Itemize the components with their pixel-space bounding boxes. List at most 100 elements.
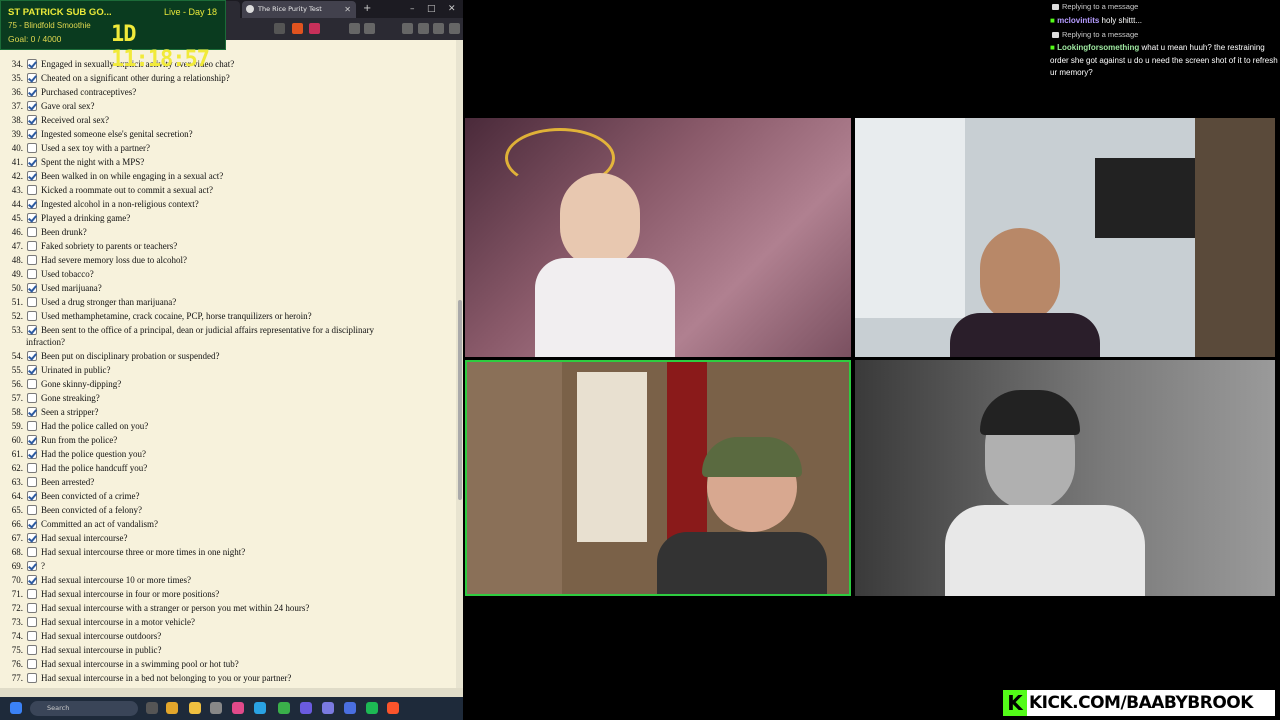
question-number: 77. [11, 673, 23, 683]
app-icon[interactable] [232, 702, 244, 714]
question-checkbox[interactable] [27, 505, 37, 515]
question-checkbox[interactable] [27, 365, 37, 375]
wallet-icon[interactable] [402, 23, 413, 34]
profile-icon[interactable] [433, 23, 444, 34]
question-checkbox[interactable] [27, 393, 37, 403]
question-checkbox[interactable] [27, 589, 37, 599]
app-icon[interactable] [254, 702, 266, 714]
taskbar-search[interactable]: Search [30, 701, 138, 716]
question-number: 60. [11, 435, 23, 445]
task-view-icon[interactable] [146, 702, 158, 714]
question-number: 36. [11, 87, 23, 97]
question-checkbox[interactable] [27, 297, 37, 307]
question-checkbox[interactable] [27, 407, 37, 417]
share-icon[interactable] [274, 23, 285, 34]
question-checkbox[interactable] [27, 255, 37, 265]
question-number: 49. [11, 269, 23, 279]
sidebar-icon[interactable] [349, 23, 360, 34]
start-icon[interactable] [10, 702, 22, 714]
question-text: Faked sobriety to parents or teachers? [41, 241, 178, 251]
question-checkbox[interactable] [27, 351, 37, 361]
app-icon[interactable] [344, 702, 356, 714]
question-checkbox[interactable] [27, 269, 37, 279]
question-text: Had severe memory loss due to alcohol? [41, 255, 187, 265]
question-checkbox[interactable] [27, 645, 37, 655]
question-checkbox[interactable] [27, 213, 37, 223]
maximize-button[interactable]: □ [427, 1, 436, 17]
question-number: 73. [11, 617, 23, 627]
question-number: 53. [11, 325, 23, 335]
question-checkbox[interactable] [27, 449, 37, 459]
browser-window: The Rice Purity Test ✕ + – □ ✕ 34. Engaged… [0, 0, 463, 697]
question-checkbox[interactable] [27, 73, 37, 83]
horizontal-scrollbar[interactable] [0, 688, 463, 697]
question-checkbox[interactable] [27, 379, 37, 389]
question-text: Had the police handcuff you? [41, 463, 148, 473]
question-checkbox[interactable] [27, 157, 37, 167]
vpn-icon[interactable] [418, 23, 429, 34]
question-checkbox[interactable] [27, 519, 37, 529]
file-explorer-icon[interactable] [166, 702, 178, 714]
scrollbar-thumb[interactable] [458, 300, 462, 500]
question-text: Kicked a roommate out to commit a sexual… [41, 185, 213, 195]
question-checkbox[interactable] [27, 129, 37, 139]
close-window-button[interactable]: ✕ [448, 1, 456, 17]
menu-icon[interactable] [449, 23, 460, 34]
question-checkbox[interactable] [27, 185, 37, 195]
question-checkbox[interactable] [27, 659, 37, 669]
question-checkbox[interactable] [27, 87, 37, 97]
question-checkbox[interactable] [27, 561, 37, 571]
question-text: Used tobacco? [41, 269, 94, 279]
spotify-icon[interactable] [366, 702, 378, 714]
chat-overlay: Replying to a message ■ mclovintits holy… [1050, 0, 1280, 90]
app-icon[interactable] [210, 702, 222, 714]
question-checkbox[interactable] [27, 101, 37, 111]
brave-icon[interactable] [387, 702, 399, 714]
question-checkbox[interactable] [27, 435, 37, 445]
question-checkbox[interactable] [27, 547, 37, 557]
badge-icon: ■ [1050, 43, 1055, 52]
question-text: Gone streaking? [41, 393, 100, 403]
question-checkbox[interactable] [27, 325, 37, 335]
question-checkbox[interactable] [27, 59, 37, 69]
reply-text: Replying to a message [1062, 30, 1139, 39]
tab-close-icon[interactable]: ✕ [344, 1, 351, 18]
question-checkbox[interactable] [27, 617, 37, 627]
minimize-button[interactable]: – [410, 1, 415, 17]
question-checkbox[interactable] [27, 421, 37, 431]
app-icon[interactable] [278, 702, 290, 714]
chat-username: mclovintits [1057, 16, 1100, 25]
question-checkbox[interactable] [27, 283, 37, 293]
folder-icon[interactable] [189, 702, 201, 714]
question-checkbox[interactable] [27, 603, 37, 613]
question-checkbox[interactable] [27, 199, 37, 209]
question-checkbox[interactable] [27, 143, 37, 153]
browser-tab-rice-purity[interactable]: The Rice Purity Test ✕ [242, 1, 356, 18]
question-checkbox[interactable] [27, 477, 37, 487]
question-checkbox[interactable] [27, 533, 37, 543]
question-checkbox[interactable] [27, 673, 37, 683]
question-text: Committed an act of vandalism? [41, 519, 158, 529]
question-checkbox[interactable] [27, 241, 37, 251]
question-text: Spent the night with a MPS? [41, 157, 145, 167]
question-checkbox[interactable] [27, 227, 37, 237]
question-number: 51. [11, 297, 23, 307]
question-text: Had sexual intercourse in four or more p… [41, 589, 220, 599]
question-number: 52. [11, 311, 23, 321]
app-icon[interactable] [322, 702, 334, 714]
question-checkbox[interactable] [27, 575, 37, 585]
extensions-icon[interactable] [364, 23, 375, 34]
question-checkbox[interactable] [27, 171, 37, 181]
brave-shield-icon[interactable] [292, 23, 303, 34]
chat-reply-indicator: Replying to a message [1050, 28, 1280, 42]
question-text: Used a drug stronger than marijuana? [41, 297, 177, 307]
discord-icon[interactable] [300, 702, 312, 714]
question-checkbox[interactable] [27, 463, 37, 473]
rewards-icon[interactable] [309, 23, 320, 34]
question-text: Had sexual intercourse three or more tim… [41, 547, 246, 557]
question-checkbox[interactable] [27, 115, 37, 125]
new-tab-button[interactable]: + [363, 2, 371, 16]
question-checkbox[interactable] [27, 631, 37, 641]
question-checkbox[interactable] [27, 491, 37, 501]
question-checkbox[interactable] [27, 311, 37, 321]
